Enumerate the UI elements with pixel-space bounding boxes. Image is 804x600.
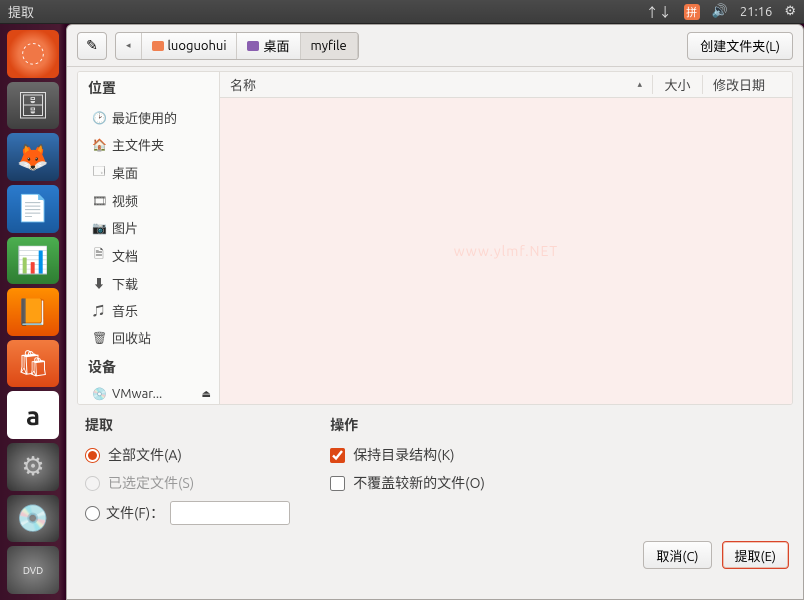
sidebar-item-documents[interactable]: 🗎 文档 [78, 241, 219, 270]
sidebar-item-label: 文档 [112, 246, 138, 265]
path-segment-current[interactable]: myfile [301, 33, 358, 59]
calc-icon[interactable]: 📊 [7, 237, 59, 285]
disc-icon[interactable]: 💿 [7, 495, 59, 543]
sidebar-item-label: 回收站 [112, 328, 151, 347]
gear-icon[interactable]: ⚙ [784, 4, 796, 19]
amazon-icon[interactable]: a [7, 391, 59, 439]
sort-indicator-icon: ▴ [637, 79, 642, 90]
input-method-icon[interactable]: 拼 [684, 4, 700, 20]
radio-label: 全部文件(A) [108, 445, 182, 465]
radio-label: 已选定文件(S) [108, 473, 194, 493]
sidebar-item-recent[interactable]: 🕑 最近使用的 [78, 104, 219, 131]
action-options: 操作 保持目录结构(K) 不覆盖较新的文件(O) [330, 415, 485, 525]
camera-icon: 📷 [92, 221, 106, 235]
firefox-icon[interactable]: 🦊 [7, 133, 59, 181]
sidebar-item-trash[interactable]: 🗑 回收站 [78, 324, 219, 351]
column-name[interactable]: 名称 [230, 75, 256, 94]
sidebar-item-home[interactable]: 🏠 主文件夹 [78, 131, 219, 158]
path-segment-label: 桌面 [263, 36, 289, 55]
watermark-text: www.ylmf.NET [454, 243, 558, 259]
files-pattern-input[interactable] [170, 501, 290, 525]
extract-options: 提取 全部文件(A) 已选定文件(S) 文件(F)： [85, 415, 290, 525]
sidebar-item-pictures[interactable]: 📷 图片 [78, 214, 219, 241]
edit-path-button[interactable]: ✎ [77, 32, 107, 60]
sidebar-item-videos[interactable]: 🎞 视频 [78, 187, 219, 214]
system-settings-icon[interactable]: ⚙ [7, 443, 59, 491]
path-back-button[interactable]: ◂ [116, 33, 142, 59]
file-list-pane: 名称 ▴ 大小 修改日期 www.ylmf.NET [220, 72, 792, 404]
dialog-footer: 取消(C) 提取(E) [77, 535, 793, 575]
music-icon: ♫ [92, 302, 106, 319]
document-icon: 🗎 [92, 245, 106, 266]
software-center-icon[interactable]: 🛍 [7, 340, 59, 388]
file-chooser: 位置 🕑最近使用的 🏠主文件夹 🗔桌面 🎞视频 📷图片 🗎文档 ⬇下载 ♫音乐 … [77, 71, 793, 405]
radio-label: 文件(F)： [106, 503, 164, 523]
sidebar-item-label: 下载 [112, 274, 138, 293]
dash-icon[interactable]: ◌ [7, 30, 59, 78]
places-header: 位置 [78, 72, 219, 104]
sidebar-item-label: 最近使用的 [112, 108, 177, 127]
create-folder-button[interactable]: 创建文件夹(L) [687, 32, 793, 60]
path-segment-label: myfile [311, 39, 347, 53]
extract-header: 提取 [85, 415, 290, 435]
sidebar-item-desktop[interactable]: 🗔 桌面 [78, 158, 219, 187]
writer-icon[interactable]: 📄 [7, 185, 59, 233]
dvd-icon[interactable]: DVD [7, 546, 59, 594]
home-icon: 🏠 [92, 138, 106, 152]
trash-icon: 🗑 [92, 331, 106, 345]
disc-icon: 💿 [92, 387, 106, 401]
sidebar-item-label: 视频 [112, 191, 138, 210]
file-list-body[interactable]: www.ylmf.NET [220, 98, 792, 404]
sidebar-item-label: 主文件夹 [112, 135, 164, 154]
path-segment-desktop[interactable]: 桌面 [237, 33, 300, 59]
places-sidebar: 位置 🕑最近使用的 🏠主文件夹 🗔桌面 🎞视频 📷图片 🗎文档 ⬇下载 ♫音乐 … [78, 72, 220, 404]
sidebar-item-vmware[interactable]: 💿 VMwar... ⏏ [78, 383, 219, 404]
sidebar-item-label: VMwar... [112, 387, 162, 401]
extract-button[interactable]: 提取(E) [722, 541, 789, 569]
extract-dialog: ✎ ◂ luoguohui 桌面 myfile 创建文件夹(L) 位置 🕑 最近使… [66, 24, 804, 600]
impress-icon[interactable]: 📙 [7, 288, 59, 336]
clock[interactable]: 21:16 [740, 5, 773, 19]
top-panel: 提取 ↑↓ 拼 🔊 21:16 ⚙ [0, 0, 804, 24]
sidebar-item-music[interactable]: ♫ 音乐 [78, 297, 219, 324]
path-segment-label: luoguohui [168, 39, 227, 53]
actions-header: 操作 [330, 415, 485, 435]
path-segment-home[interactable]: luoguohui [142, 33, 238, 59]
devices-header: 设备 [78, 351, 219, 383]
files-icon[interactable]: 🗄 [7, 82, 59, 130]
desktop-icon: 🗔 [92, 162, 106, 183]
check-no-overwrite[interactable]: 不覆盖较新的文件(O) [330, 473, 485, 493]
check-label: 不覆盖较新的文件(O) [353, 473, 485, 493]
column-size[interactable]: 大小 [652, 75, 702, 94]
options-area: 提取 全部文件(A) 已选定文件(S) 文件(F)： 操作 保持目录结构(K) … [77, 411, 793, 529]
check-keep-directory[interactable]: 保持目录结构(K) [330, 445, 485, 465]
sidebar-item-downloads[interactable]: ⬇ 下载 [78, 270, 219, 297]
sound-icon[interactable]: 🔊 [712, 4, 728, 19]
cancel-button[interactable]: 取消(C) [643, 541, 711, 569]
toolbar: ✎ ◂ luoguohui 桌面 myfile 创建文件夹(L) [67, 25, 803, 67]
clock-icon: 🕑 [92, 111, 106, 125]
radio-files-pattern[interactable]: 文件(F)： [85, 501, 290, 525]
network-icon[interactable]: ↑↓ [646, 2, 672, 21]
download-icon: ⬇ [92, 275, 106, 292]
system-tray: ↑↓ 拼 🔊 21:16 ⚙ [646, 2, 796, 21]
column-modified[interactable]: 修改日期 [702, 75, 792, 94]
sidebar-item-label: 音乐 [112, 301, 138, 320]
radio-selected-files: 已选定文件(S) [85, 473, 290, 493]
check-label: 保持目录结构(K) [353, 445, 454, 465]
window-title: 提取 [8, 2, 646, 21]
sidebar-item-label: 桌面 [112, 163, 138, 182]
video-icon: 🎞 [92, 194, 106, 208]
unity-launcher: ◌ 🗄 🦊 📄 📊 📙 🛍 a ⚙ 💿 DVD [0, 24, 66, 600]
path-bar: ◂ luoguohui 桌面 myfile [115, 32, 359, 60]
eject-icon[interactable]: ⏏ [202, 388, 211, 400]
column-headers: 名称 ▴ 大小 修改日期 [220, 72, 792, 98]
sidebar-item-label: 图片 [112, 218, 138, 237]
radio-all-files[interactable]: 全部文件(A) [85, 445, 290, 465]
